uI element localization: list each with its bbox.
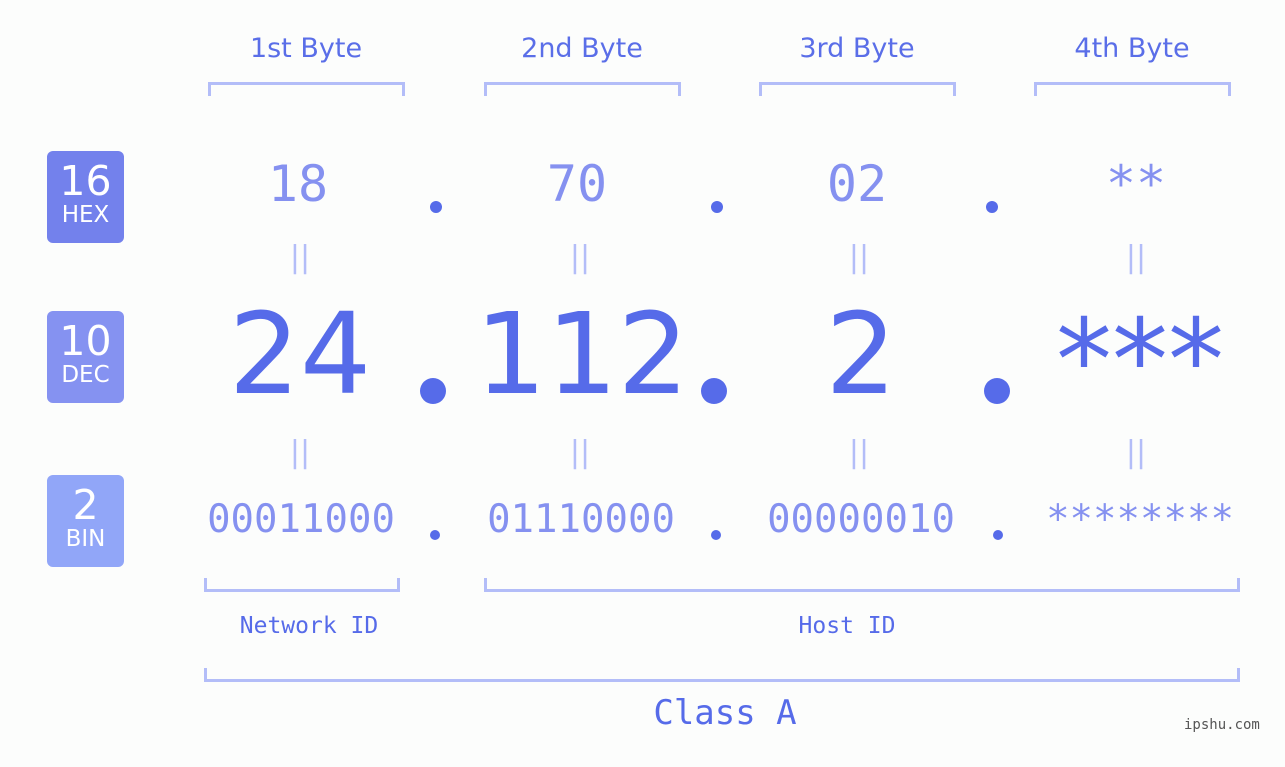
dec-badge: 10 DEC [47, 311, 124, 403]
bin-octet-1: 00011000 [207, 497, 395, 542]
network-id-bracket [204, 578, 400, 592]
byte-bracket-2 [484, 82, 681, 96]
dec-separator-dot-3 [984, 378, 1010, 404]
hex-octet-1: 18 [267, 155, 329, 213]
byte-header-4: 4th Byte [1074, 33, 1190, 64]
bin-octet-4: ******** [1046, 497, 1234, 542]
ip-class-label: Class A [653, 693, 797, 733]
equals-hex-dec-3: || [848, 240, 870, 275]
dec-octet-3: 2 [825, 290, 897, 420]
equals-dec-bin-4: || [1125, 435, 1147, 470]
equals-dec-bin-1: || [289, 435, 311, 470]
hex-separator-dot-3 [986, 201, 998, 213]
byte-header-3: 3rd Byte [799, 33, 915, 64]
hex-octet-2: 70 [546, 155, 608, 213]
byte-header-1: 1st Byte [249, 33, 363, 64]
watermark: ipshu.com [1184, 717, 1260, 733]
dec-base-number: 10 [59, 317, 112, 365]
bin-octet-3: 00000010 [767, 497, 955, 542]
dec-separator-dot-1 [420, 378, 446, 404]
byte-bracket-1 [208, 82, 405, 96]
dec-octet-4: *** [1056, 296, 1224, 426]
byte-header-2: 2nd Byte [521, 33, 643, 64]
hex-badge: 16 HEX [47, 151, 124, 243]
equals-hex-dec-4: || [1125, 240, 1147, 275]
bin-separator-dot-1 [430, 530, 440, 540]
host-id-label: Host ID [798, 613, 896, 639]
byte-bracket-4 [1034, 82, 1231, 96]
hex-octet-4: ** [1105, 155, 1167, 213]
equals-hex-dec-2: || [569, 240, 591, 275]
dec-octet-1: 24 [228, 290, 372, 420]
host-id-bracket [484, 578, 1240, 592]
class-bracket [204, 668, 1240, 682]
bin-separator-dot-3 [993, 530, 1003, 540]
dec-octet-2: 112 [475, 290, 689, 420]
hex-octet-3: 02 [826, 155, 888, 213]
hex-separator-dot-1 [430, 201, 442, 213]
bin-separator-dot-2 [711, 530, 721, 540]
equals-dec-bin-3: || [848, 435, 870, 470]
bin-octet-2: 01110000 [487, 497, 675, 542]
hex-separator-dot-2 [711, 201, 723, 213]
equals-hex-dec-1: || [289, 240, 311, 275]
equals-dec-bin-2: || [569, 435, 591, 470]
bin-base-number: 2 [72, 481, 99, 529]
hex-base-number: 16 [59, 157, 112, 205]
dec-base-label: DEC [61, 362, 110, 388]
network-id-label: Network ID [239, 613, 379, 639]
byte-bracket-3 [759, 82, 956, 96]
bin-badge: 2 BIN [47, 475, 124, 567]
hex-base-label: HEX [61, 202, 110, 228]
bin-base-label: BIN [65, 526, 106, 552]
dec-separator-dot-2 [701, 378, 727, 404]
